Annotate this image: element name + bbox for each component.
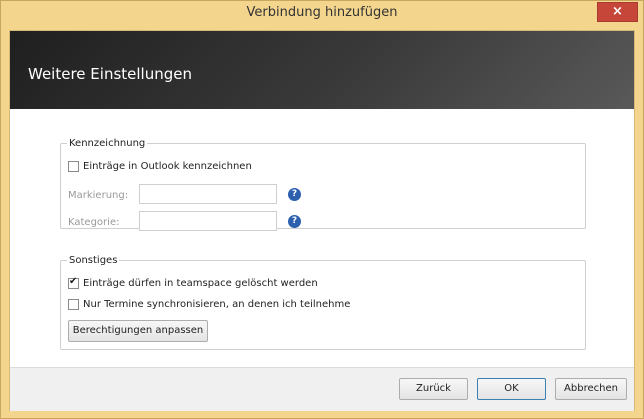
outlook-mark-label: Einträge in Outlook kennzeichnen — [83, 161, 252, 172]
sonstiges-group: Sonstiges Einträge dürfen in teamspace g… — [60, 255, 586, 350]
sync-own-appointments-label: Nur Termine synchronisieren, an denen ic… — [83, 299, 351, 310]
markierung-label: Markierung: — [68, 190, 129, 201]
delete-in-teamspace-checkbox[interactable] — [68, 276, 79, 289]
sonstiges-legend: Sonstiges — [69, 255, 118, 266]
kennzeichnung-legend: Kennzeichnung — [69, 138, 146, 149]
dialog-footer: Zurück OK Abbrechen — [10, 367, 634, 411]
outlook-mark-row[interactable]: Einträge in Outlook kennzeichnen — [68, 161, 252, 172]
kategorie-label: Kategorie: — [68, 217, 120, 228]
delete-in-teamspace-row[interactable]: Einträge dürfen in teamspace gelöscht we… — [68, 276, 318, 289]
markierung-input[interactable] — [139, 184, 277, 204]
delete-in-teamspace-label: Einträge dürfen in teamspace gelöscht we… — [83, 278, 318, 289]
ok-button[interactable]: OK — [477, 378, 546, 400]
markierung-help-icon[interactable]: ? — [288, 188, 301, 201]
close-button[interactable]: × — [597, 2, 638, 22]
back-button[interactable]: Zurück — [399, 378, 468, 400]
window-title: Verbindung hinzufügen — [246, 5, 398, 20]
kategorie-help-icon[interactable]: ? — [288, 215, 301, 228]
page-title: Weitere Einstellungen — [28, 65, 192, 83]
sync-own-appointments-row[interactable]: Nur Termine synchronisieren, an denen ic… — [68, 299, 350, 310]
kennzeichnung-group: Kennzeichnung Einträge in Outlook kennze… — [60, 138, 586, 231]
dialog-client-area: Weitere Einstellungen Kennzeichnung Eint… — [9, 30, 635, 411]
close-icon: × — [612, 4, 623, 19]
cancel-button[interactable]: Abbrechen — [555, 378, 627, 400]
outlook-mark-checkbox[interactable] — [68, 161, 79, 172]
adjust-permissions-button[interactable]: Berechtigungen anpassen — [68, 320, 208, 342]
header-banner: Weitere Einstellungen — [10, 31, 634, 109]
kategorie-input[interactable] — [139, 211, 277, 231]
title-bar[interactable]: Verbindung hinzufügen × — [1, 1, 643, 28]
settings-content: Kennzeichnung Einträge in Outlook kennze… — [10, 109, 634, 365]
sync-own-appointments-checkbox[interactable] — [68, 299, 79, 310]
dialog-window: Verbindung hinzufügen × Weitere Einstell… — [0, 0, 644, 419]
